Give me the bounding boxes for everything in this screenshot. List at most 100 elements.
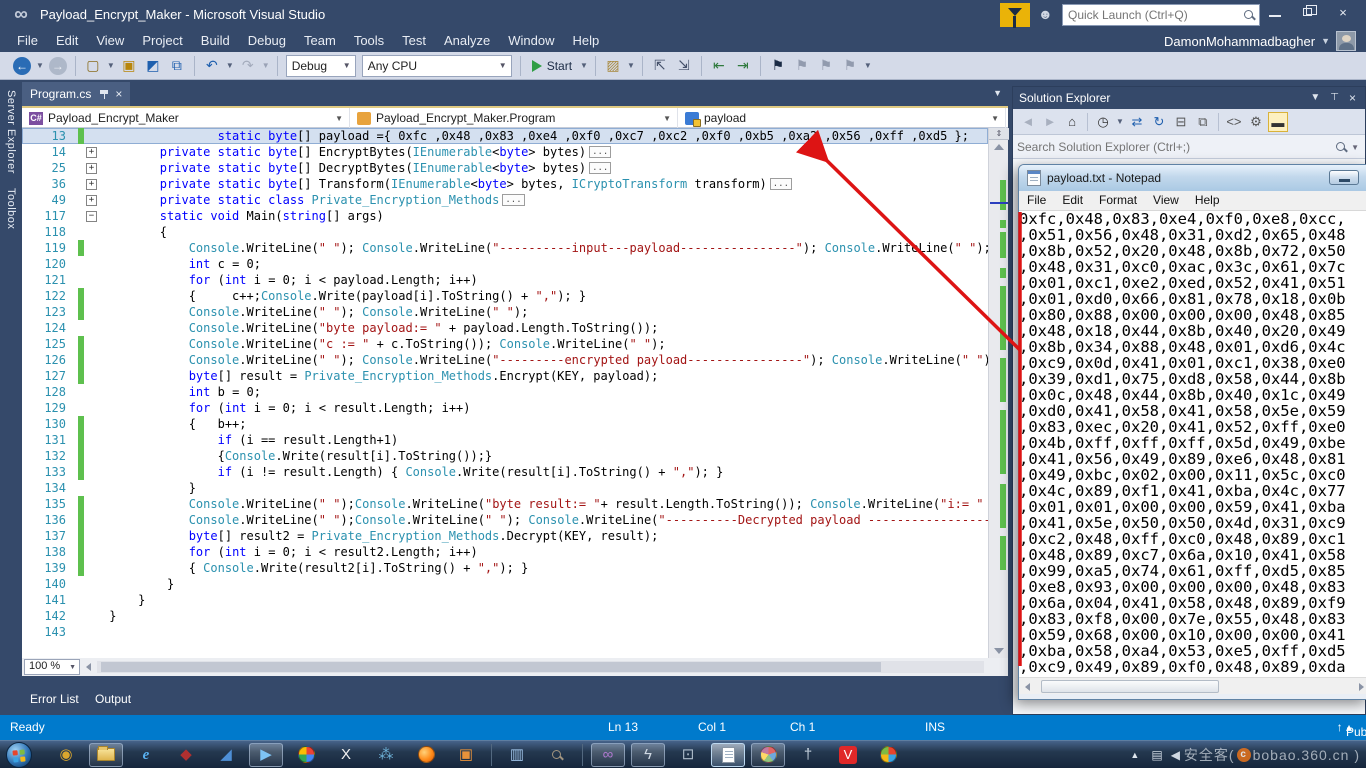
tab-close-icon[interactable]: × xyxy=(115,87,122,101)
toggle-bookmark-icon[interactable]: ⚑ xyxy=(767,55,789,77)
search-dropdown-icon[interactable]: ▼ xyxy=(1351,143,1359,152)
dropdown-arrow-icon[interactable]: ▼ xyxy=(627,61,635,70)
code-line-139[interactable]: 139 { Console.Write(result2[i].ToString(… xyxy=(22,560,988,576)
code-line-130[interactable]: 130 { b++; xyxy=(22,416,988,432)
fold-expand-box[interactable]: + xyxy=(86,163,97,174)
splitter-handle[interactable]: ⇕ xyxy=(989,128,1009,140)
panel-close-icon[interactable]: × xyxy=(1349,87,1356,109)
save-icon[interactable]: ◩ xyxy=(142,55,164,77)
dropdown-arrow-icon[interactable]: ▼ xyxy=(107,61,115,70)
format-document-icon[interactable]: ⇲ xyxy=(673,55,695,77)
taskbar-windows-flag[interactable] xyxy=(871,743,905,767)
notepad-menu-edit[interactable]: Edit xyxy=(1054,191,1091,210)
taskbar-golden-app[interactable]: ◉ xyxy=(49,743,83,767)
scroll-left-arrow[interactable] xyxy=(1025,683,1030,691)
menu-debug[interactable]: Debug xyxy=(239,30,295,51)
decrease-indent-icon[interactable]: ⇤ xyxy=(708,55,730,77)
navigate-back-icon[interactable]: ◄ xyxy=(1018,112,1038,132)
document-list-dropdown-icon[interactable]: ▼ xyxy=(993,88,1002,98)
scroll-right-arrow[interactable] xyxy=(1359,683,1364,691)
pin-icon[interactable]: ⊤ xyxy=(1330,87,1339,109)
taskbar-windows-explorer[interactable] xyxy=(89,743,123,767)
notifications-flag-button[interactable] xyxy=(1000,3,1030,27)
code-line-138[interactable]: 138 for (int i = 0; i < result2.Length; … xyxy=(22,544,988,560)
panel-menu-dropdown-icon[interactable]: ▼ xyxy=(1310,87,1320,109)
taskbar-sword-app[interactable]: † xyxy=(791,743,825,767)
notepad-window[interactable]: payload.txt - Notepad FileEditFormatView… xyxy=(1018,164,1366,700)
notepad-menu-help[interactable]: Help xyxy=(1187,191,1228,210)
code-line-49[interactable]: 49+ private static class Private_Encrypt… xyxy=(22,192,988,208)
start-button[interactable] xyxy=(6,742,32,768)
next-bookmark-icon[interactable]: ⚑ xyxy=(815,55,837,77)
taskbar-media-player[interactable]: ▶ xyxy=(249,743,283,767)
menu-file[interactable]: File xyxy=(8,30,47,51)
pin-icon[interactable] xyxy=(100,89,108,100)
menu-help[interactable]: Help xyxy=(564,30,609,51)
solution-explorer-header[interactable]: Solution Explorer ▼ ⊤ × xyxy=(1013,87,1365,109)
code-line-36[interactable]: 36+ private static byte[] Transform(IEnu… xyxy=(22,176,988,192)
hscroll-left-arrow[interactable] xyxy=(86,663,91,671)
solution-platforms-combo[interactable]: Any CPU▼ xyxy=(362,55,512,77)
code-line-135[interactable]: 135 Console.WriteLine(" ");Console.Write… xyxy=(22,496,988,512)
refresh-icon[interactable]: ↻ xyxy=(1149,112,1169,132)
increase-indent-icon[interactable]: ⇥ xyxy=(732,55,754,77)
breadcrumb-class[interactable]: Payload_Encrypt_Maker.Program▼ xyxy=(350,108,678,128)
dropdown-arrow-icon[interactable]: ▼ xyxy=(226,61,234,70)
code-line-136[interactable]: 136 Console.WriteLine(" ");Console.Write… xyxy=(22,512,988,528)
code-line-137[interactable]: 137 byte[] result2 = Private_Encryption_… xyxy=(22,528,988,544)
preview-selected-items-icon[interactable]: ▬ xyxy=(1268,112,1288,132)
restore-button[interactable] xyxy=(1292,0,1326,26)
taskbar-x-app[interactable]: X xyxy=(329,743,363,767)
user-dropdown-icon[interactable]: ▼ xyxy=(1321,36,1330,46)
scroll-down-arrow[interactable] xyxy=(994,648,1004,654)
dropdown-arrow-icon[interactable]: ▼ xyxy=(262,61,270,70)
code-line-120[interactable]: 120 int c = 0; xyxy=(22,256,988,272)
code-line-14[interactable]: 14+ private static byte[] EncryptBytes(I… xyxy=(22,144,988,160)
save-all-icon[interactable]: ⧉ xyxy=(166,55,188,77)
hscroll-thumb[interactable] xyxy=(101,662,881,672)
fold-expand-box[interactable]: + xyxy=(86,179,97,190)
clipboard-tray-icon[interactable]: ▤ xyxy=(1151,748,1162,762)
menu-window[interactable]: Window xyxy=(499,30,563,51)
taskbar-monitor-app[interactable]: ⊡ xyxy=(671,743,705,767)
breadcrumb-csharp-project[interactable]: C#Payload_Encrypt_Maker▼ xyxy=(22,108,350,128)
code-line-122[interactable]: 122 { c++;Console.Write(payload[i].ToStr… xyxy=(22,288,988,304)
notepad-menu-view[interactable]: View xyxy=(1145,191,1187,210)
taskbar-firefox[interactable] xyxy=(409,743,443,767)
editor-vertical-scrollbar[interactable]: ⇕ xyxy=(988,128,1008,658)
editor-horizontal-scrollbar[interactable] xyxy=(97,661,984,673)
code-line-131[interactable]: 131 if (i == result.Length+1) xyxy=(22,432,988,448)
dropdown-arrow-icon[interactable]: ▼ xyxy=(580,61,588,70)
code-line-13[interactable]: 13 static byte[] payload ={ 0xfc ,0x48 ,… xyxy=(22,128,988,144)
show-all-files-icon[interactable]: ⧉ xyxy=(1193,112,1213,132)
vs-titlebar[interactable]: ∞ Payload_Encrypt_Maker - Microsoft Visu… xyxy=(0,0,1366,30)
taskbar-network-tool[interactable]: ⁂ xyxy=(369,743,403,767)
solution-search-input[interactable] xyxy=(1017,138,1327,156)
scroll-up-arrow[interactable] xyxy=(994,144,1004,150)
menu-test[interactable]: Test xyxy=(393,30,435,51)
fold-expand-box[interactable]: + xyxy=(86,195,97,206)
code-line-124[interactable]: 124 Console.WriteLine("byte payload:= " … xyxy=(22,320,988,336)
code-line-141[interactable]: 141 } xyxy=(22,592,988,608)
notepad-minimize-button[interactable] xyxy=(1329,170,1359,185)
tray-expand-icon[interactable]: ▲ xyxy=(1130,750,1139,760)
notepad-titlebar[interactable]: payload.txt - Notepad xyxy=(1019,165,1366,191)
sync-with-active-document-icon[interactable]: ⇄ xyxy=(1127,112,1147,132)
open-file-icon[interactable]: ▣ xyxy=(118,55,140,77)
solution-configurations-combo[interactable]: Debug▼ xyxy=(286,55,356,77)
dropdown-arrow-icon[interactable]: ▼ xyxy=(864,61,872,70)
navigate-forward-icon[interactable]: → xyxy=(47,55,69,77)
collapse-all-icon[interactable]: ⊟ xyxy=(1171,112,1191,132)
minimize-button[interactable] xyxy=(1258,0,1292,26)
new-project-icon[interactable]: ▢ xyxy=(82,55,104,77)
code-line-143[interactable]: 143 xyxy=(22,624,988,640)
code-line-132[interactable]: 132 {Console.Write(result[i].ToString())… xyxy=(22,448,988,464)
code-line-119[interactable]: 119 Console.WriteLine(" "); Console.Writ… xyxy=(22,240,988,256)
code-line-128[interactable]: 128 int b = 0; xyxy=(22,384,988,400)
prev-bookmark-icon[interactable]: ⚑ xyxy=(791,55,813,77)
notepad-menu-format[interactable]: Format xyxy=(1091,191,1145,210)
menu-build[interactable]: Build xyxy=(192,30,239,51)
user-avatar[interactable] xyxy=(1336,31,1356,51)
code-line-123[interactable]: 123 Console.WriteLine(" "); Console.Writ… xyxy=(22,304,988,320)
home-icon[interactable]: ⌂ xyxy=(1062,112,1082,132)
